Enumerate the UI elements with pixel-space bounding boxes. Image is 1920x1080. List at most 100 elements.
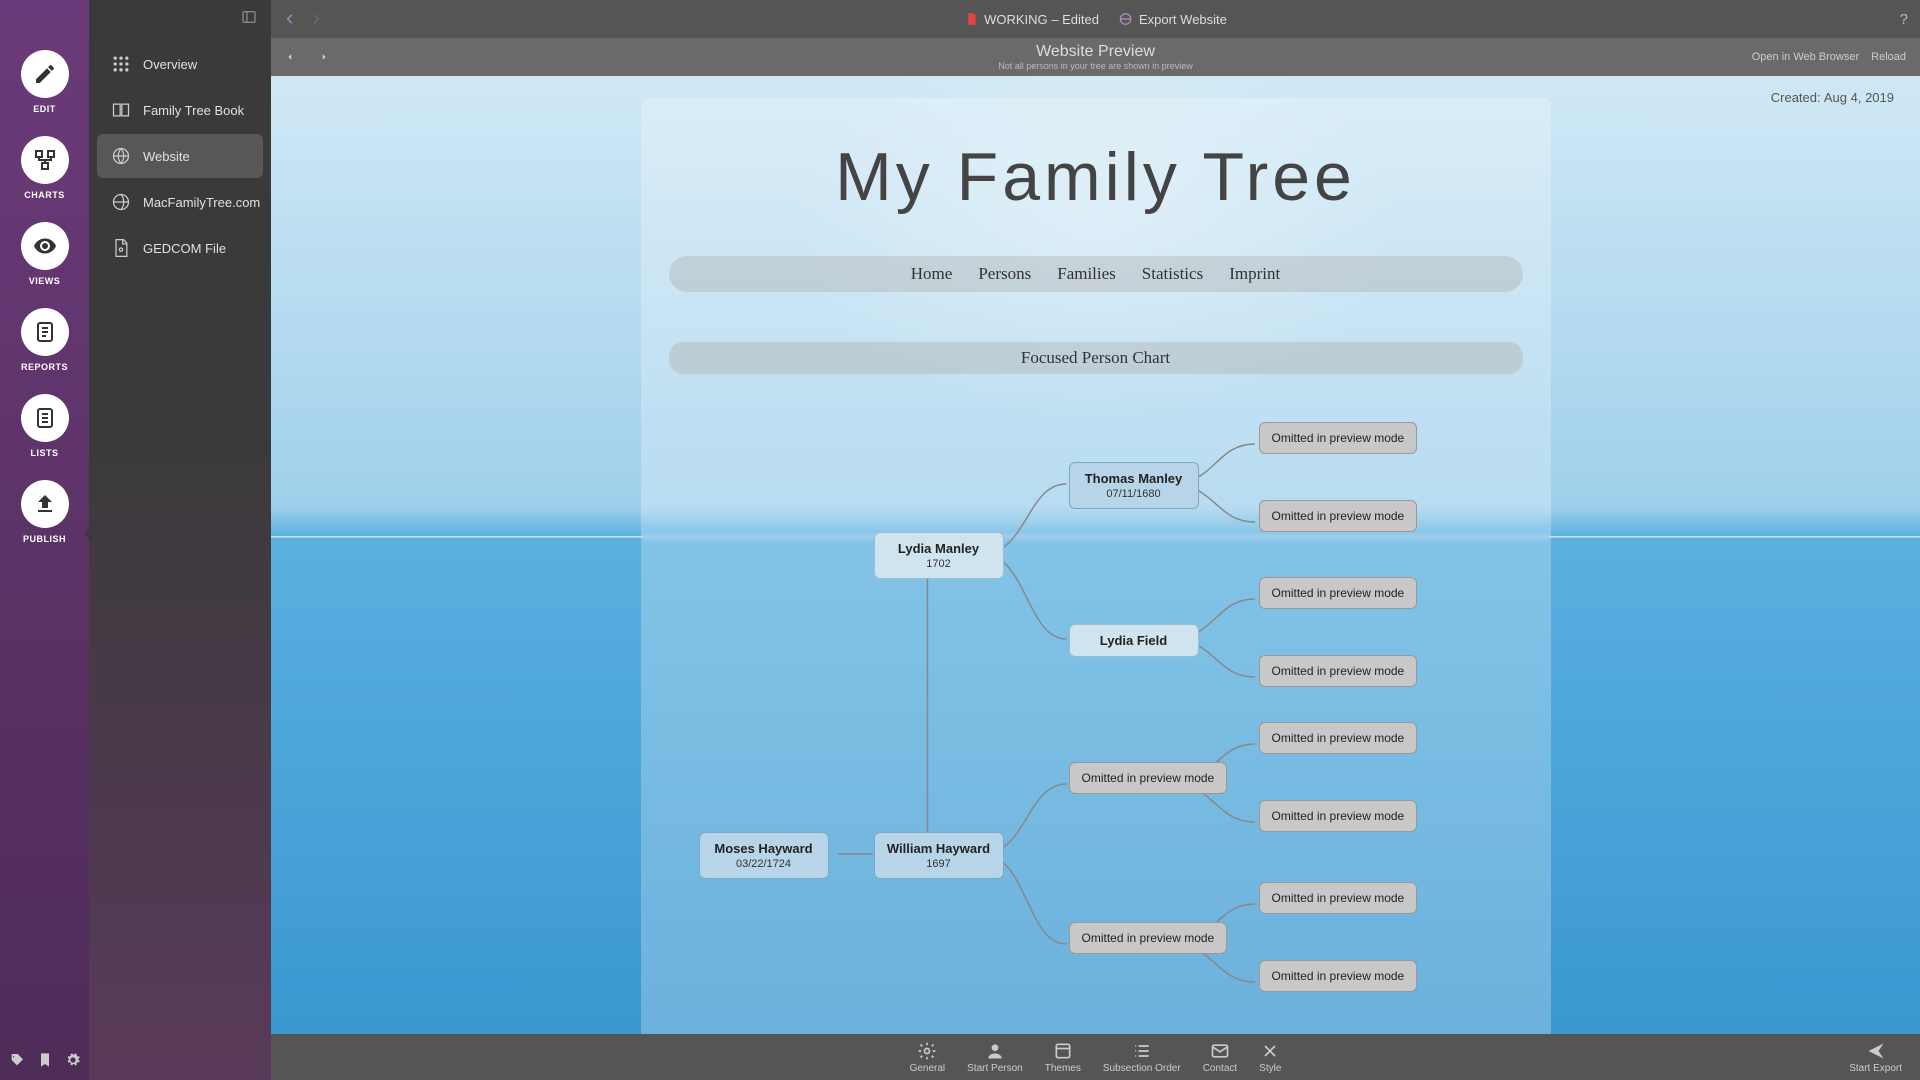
sidebar: Overview Family Tree Book Website MacFam…	[89, 0, 271, 1080]
rail-publish[interactable]: PUBLISH	[21, 480, 69, 544]
bb-contact[interactable]: Contact	[1203, 1041, 1237, 1074]
sidebar-item-overview[interactable]: Overview	[97, 42, 263, 86]
nav-families[interactable]: Families	[1057, 264, 1116, 284]
omitted-node[interactable]: Omitted in preview mode	[1259, 500, 1418, 532]
bottombar: General Start Person Themes Subsection O…	[271, 1034, 1920, 1080]
sidebar-item-label: Website	[143, 149, 190, 164]
omitted-node[interactable]: Omitted in preview mode	[1069, 922, 1228, 954]
help-button[interactable]: ?	[1900, 11, 1908, 28]
rail-reports[interactable]: REPORTS	[21, 308, 69, 372]
bb-start-person[interactable]: Start Person	[967, 1041, 1023, 1074]
preview-nav	[285, 52, 329, 62]
person-name: Moses Hayward	[712, 841, 816, 856]
bb-start-export[interactable]: Start Export	[1849, 1041, 1902, 1074]
rail-views[interactable]: VIEWS	[21, 222, 69, 286]
eye-icon	[21, 222, 69, 270]
titlebar-center: WORKING – Edited Export Website	[964, 12, 1227, 27]
omitted-text: Omitted in preview mode	[1082, 931, 1215, 945]
doc-title-text: WORKING – Edited	[984, 12, 1099, 27]
bookmark-icon[interactable]	[37, 1052, 53, 1068]
bb-label: Style	[1259, 1063, 1281, 1074]
back-icon[interactable]	[283, 12, 297, 26]
person-name: Thomas Manley	[1082, 471, 1186, 486]
rail-label: LISTS	[30, 448, 58, 458]
omitted-node[interactable]: Omitted in preview mode	[1259, 960, 1418, 992]
sidebar-item-mft[interactable]: MacFamilyTree.com	[97, 180, 263, 224]
omitted-text: Omitted in preview mode	[1272, 664, 1405, 678]
omitted-text: Omitted in preview mode	[1272, 731, 1405, 745]
nav-imprint[interactable]: Imprint	[1229, 264, 1280, 284]
export-website-button[interactable]: Export Website	[1119, 12, 1227, 27]
bb-label: Contact	[1203, 1063, 1237, 1074]
person-name: William Hayward	[887, 841, 991, 856]
gear-icon[interactable]	[65, 1052, 81, 1068]
bb-general[interactable]: General	[910, 1041, 946, 1074]
preview-forward-icon[interactable]	[319, 52, 329, 62]
omitted-node[interactable]: Omitted in preview mode	[1259, 722, 1418, 754]
subbar-title: Website Preview	[998, 43, 1193, 61]
tag-icon[interactable]	[9, 1052, 25, 1068]
rail-nav: EDIT CHARTS VIEWS REPORTS LISTS PUBLISH	[0, 0, 89, 1080]
reload-button[interactable]: Reload	[1871, 51, 1906, 63]
omitted-node[interactable]: Omitted in preview mode	[1259, 422, 1418, 454]
person-node[interactable]: Thomas Manley 07/11/1680	[1069, 462, 1199, 509]
omitted-text: Omitted in preview mode	[1272, 969, 1405, 983]
sidebar-item-label: GEDCOM File	[143, 241, 226, 256]
globe-small-icon	[1119, 12, 1133, 26]
omitted-node[interactable]: Omitted in preview mode	[1259, 882, 1418, 914]
nav-persons[interactable]: Persons	[978, 264, 1031, 284]
person-date: 07/11/1680	[1082, 488, 1186, 500]
doc-icon	[964, 12, 978, 26]
rail-charts[interactable]: CHARTS	[21, 136, 69, 200]
family-chart: Moses Hayward 03/22/1724 Lydia Manley 17…	[729, 414, 1523, 1014]
omitted-node[interactable]: Omitted in preview mode	[1259, 800, 1418, 832]
omitted-text: Omitted in preview mode	[1272, 586, 1405, 600]
nav-arrows	[283, 12, 323, 26]
bb-style[interactable]: Style	[1259, 1041, 1281, 1074]
rail-label: CHARTS	[24, 190, 65, 200]
sidebar-item-label: Overview	[143, 57, 197, 72]
theme-icon	[1053, 1041, 1073, 1061]
rail-label: REPORTS	[21, 362, 68, 372]
forward-icon[interactable]	[309, 12, 323, 26]
person-node[interactable]: Lydia Field	[1069, 624, 1199, 657]
subbar-right: Open in Web Browser Reload	[1752, 51, 1906, 63]
person-date: 1697	[887, 858, 991, 870]
sidebar-toggle-icon[interactable]	[241, 9, 257, 30]
style-icon	[1260, 1041, 1280, 1061]
nav-statistics[interactable]: Statistics	[1142, 264, 1203, 284]
person-node[interactable]: William Hayward 1697	[874, 832, 1004, 879]
rail-active-caret	[84, 526, 92, 542]
globe-icon	[111, 146, 131, 166]
globe-upload-icon	[111, 192, 131, 212]
sidebar-item-label: MacFamilyTree.com	[143, 195, 260, 210]
sidebar-item-gedcom[interactable]: GEDCOM File	[97, 226, 263, 270]
sidebar-item-book[interactable]: Family Tree Book	[97, 88, 263, 132]
open-browser-button[interactable]: Open in Web Browser	[1752, 51, 1859, 63]
preview-back-icon[interactable]	[285, 52, 295, 62]
person-date: 03/22/1724	[712, 858, 816, 870]
nav-home[interactable]: Home	[911, 264, 953, 284]
sidebar-item-website[interactable]: Website	[97, 134, 263, 178]
bb-label: General	[910, 1063, 946, 1074]
bb-themes[interactable]: Themes	[1045, 1041, 1081, 1074]
created-value: Aug 4, 2019	[1824, 90, 1894, 105]
file-icon	[111, 238, 131, 258]
person-node[interactable]: Lydia Manley 1702	[874, 532, 1004, 579]
omitted-node[interactable]: Omitted in preview mode	[1259, 577, 1418, 609]
omitted-node[interactable]: Omitted in preview mode	[1069, 762, 1228, 794]
share-icon	[1866, 1041, 1886, 1061]
order-icon	[1132, 1041, 1152, 1061]
document-title[interactable]: WORKING – Edited	[964, 12, 1099, 27]
omitted-node[interactable]: Omitted in preview mode	[1259, 655, 1418, 687]
preview-area: Created: Aug 4, 2019 My Family Tree Home…	[271, 76, 1920, 1034]
pencil-icon	[21, 50, 69, 98]
rail-edit[interactable]: EDIT	[21, 50, 69, 114]
upload-icon	[21, 480, 69, 528]
person-node[interactable]: Moses Hayward 03/22/1724	[699, 832, 829, 879]
chart-icon	[21, 136, 69, 184]
bb-subsection-order[interactable]: Subsection Order	[1103, 1041, 1181, 1074]
created-label: Created:	[1771, 90, 1821, 105]
person-name: Lydia Field	[1082, 633, 1186, 648]
rail-lists[interactable]: LISTS	[21, 394, 69, 458]
